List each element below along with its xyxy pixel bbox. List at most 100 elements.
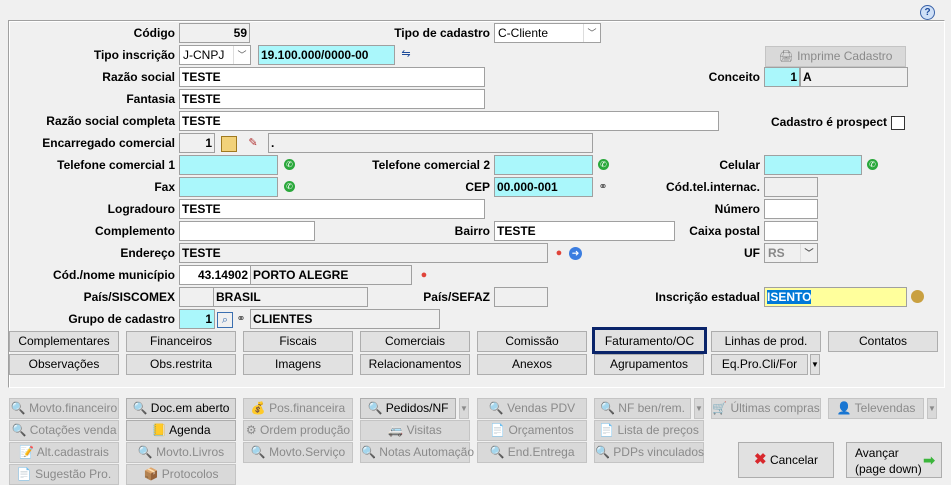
faturamento-button[interactable]: Faturamento/OC [592, 327, 707, 354]
encarregado-name-field: . [268, 133, 593, 153]
agrupamentos-button[interactable]: Agrupamentos [594, 354, 704, 375]
uf-select[interactable]: RS ﹀ [764, 243, 818, 263]
next-label: Avançar [855, 446, 899, 460]
vendas-pdv-button: 🔍 Vendas PDV [477, 398, 587, 419]
linhas-prod-button[interactable]: Linhas de prod. [711, 331, 821, 352]
prospect-checkbox[interactable] [891, 116, 905, 130]
complementares-button[interactable]: Complementares [9, 331, 119, 352]
chevron-down-icon: ﹀ [233, 46, 250, 64]
caixa-field[interactable] [764, 221, 818, 241]
pais-siscomex-name-field: BRASIL [213, 287, 368, 307]
observacoes-button[interactable]: Observações [9, 354, 119, 375]
nf-dropdown[interactable]: ▼ [694, 398, 704, 419]
label: Movto.Livros [156, 445, 225, 459]
map-pin-icon[interactable]: ● [552, 246, 566, 260]
municipio-code-field[interactable]: 43.14902 [179, 265, 251, 285]
binoculars-icon[interactable]: ⚭ [596, 180, 610, 194]
pais-siscomex-code-field[interactable] [179, 287, 214, 307]
map-pin-icon[interactable]: ● [417, 268, 431, 282]
whatsapp-icon[interactable]: ✆ [284, 181, 295, 192]
celular-label: Celular [719, 158, 760, 172]
directions-icon[interactable]: ➜ [569, 247, 582, 260]
help-icon[interactable]: ? [920, 5, 935, 20]
relacionamentos-button[interactable]: Relacionamentos [360, 354, 470, 375]
uf-value: RS [768, 246, 785, 260]
financeiros-button[interactable]: Financeiros [126, 331, 236, 352]
conceito-code-field[interactable]: 1 [764, 67, 800, 87]
label: Visitas [406, 423, 442, 437]
agenda-button[interactable]: 📒 Agenda [126, 420, 236, 441]
obs-restrita-button[interactable]: Obs.restrita [126, 354, 236, 375]
ie-field[interactable]: ISENTO [764, 287, 907, 307]
tipo-cadastro-label: Tipo de cadastro [394, 26, 490, 40]
next-button[interactable]: Avançar (page down) ➡ [846, 442, 942, 478]
label: Cotações venda [29, 423, 117, 437]
codigo-label: Código [133, 26, 175, 40]
whatsapp-icon[interactable]: ✆ [867, 159, 878, 170]
eq-pro-dropdown[interactable]: ▼ [810, 354, 820, 375]
card-icon[interactable] [221, 136, 237, 152]
imprime-cadastro-button: 🖨 Imprime Cadastro [765, 46, 906, 67]
comissao-button[interactable]: Comissão [477, 331, 587, 352]
whatsapp-icon[interactable]: ✆ [598, 159, 609, 170]
fantasia-label: Fantasia [126, 92, 175, 106]
fax-field[interactable] [179, 177, 278, 197]
celular-field[interactable] [764, 155, 862, 175]
movto-livros-button: 🔍 Movto.Livros [126, 442, 236, 463]
grupo-code-field[interactable]: 1 [179, 309, 215, 329]
coin-icon[interactable] [911, 290, 924, 303]
bairro-label: Bairro [454, 224, 490, 238]
visitas-button: 🚐 Visitas [360, 420, 470, 441]
tel2-field[interactable] [494, 155, 593, 175]
razao-social-field[interactable]: TESTE [179, 67, 485, 87]
imagens-button[interactable]: Imagens [243, 354, 353, 375]
tipo-cadastro-select[interactable]: C-Cliente ﹀ [494, 23, 601, 43]
encarregado-code-field[interactable]: 1 [179, 133, 215, 153]
bairro-field[interactable]: TESTE [494, 221, 675, 241]
numero-label: Número [714, 202, 760, 216]
movto-financeiro-button: 🔍 Movto.financeiro [9, 398, 119, 419]
end-entrega-button: 🔍 End.Entrega [477, 442, 587, 463]
logradouro-field[interactable]: TESTE [179, 199, 485, 219]
pedidos-dropdown[interactable]: ▼ [459, 398, 469, 419]
razao-completa-field[interactable]: TESTE [179, 111, 719, 131]
label: End.Entrega [507, 445, 575, 459]
codigo-field[interactable]: 59 [179, 23, 250, 43]
anexos-button[interactable]: Anexos [477, 354, 587, 375]
tipo-inscricao-label: Tipo inscrição [93, 48, 175, 62]
label: Sugestão Pro. [35, 467, 112, 481]
cep-field[interactable]: 00.000-001 [494, 177, 593, 197]
pedidos-nf-button[interactable]: 🔍 Pedidos/NF [360, 398, 456, 419]
numero-field[interactable] [764, 199, 818, 219]
fiscais-button[interactable]: Fiscais [243, 331, 353, 352]
pais-sefaz-field[interactable] [494, 287, 548, 307]
label: Movto.financeiro [29, 401, 118, 415]
contatos-button[interactable]: Contatos [828, 331, 938, 352]
nf-ben-rem-button: 🔍 NF ben/rem. [594, 398, 691, 419]
codtel-field[interactable] [764, 177, 818, 197]
sugestao-button: 📄 Sugestão Pro. [9, 464, 119, 485]
eq-pro-button[interactable]: Eq.Pro.Cli/For [711, 354, 808, 375]
cancel-button[interactable]: ✖ Cancelar [738, 442, 834, 478]
swap-icon[interactable]: ⇋ [399, 47, 413, 61]
edit-icon[interactable]: ✎ [246, 136, 260, 150]
tel1-field[interactable] [179, 155, 278, 175]
cnpj-field[interactable]: 19.100.000/0000-00 [258, 45, 395, 65]
label: Últimas compras [730, 401, 820, 415]
chevron-down-icon: ﹀ [583, 24, 600, 42]
fantasia-field[interactable]: TESTE [179, 89, 485, 109]
binoculars-icon[interactable]: ⚭ [234, 312, 248, 326]
tel1-label: Telefone comercial 1 [57, 158, 175, 172]
doc-aberto-button[interactable]: 🔍 Doc.em aberto [126, 398, 236, 419]
label: Vendas PDV [507, 401, 576, 415]
whatsapp-icon[interactable]: ✆ [284, 159, 295, 170]
alt-cadastrais-button: 📝 Alt.cadastrais [9, 442, 119, 463]
tipo-inscricao-select[interactable]: J-CNPJ ﹀ [179, 45, 251, 65]
comerciais-button[interactable]: Comerciais [360, 331, 470, 352]
search-icon[interactable]: ⌕ [217, 312, 233, 328]
televendas-dropdown[interactable]: ▼ [927, 398, 937, 419]
label: PDPs vinculados [613, 445, 704, 459]
movto-servico-button: 🔍 Movto.Serviço [243, 442, 353, 463]
label: NF ben/rem. [618, 401, 685, 415]
complemento-field[interactable] [179, 221, 315, 241]
